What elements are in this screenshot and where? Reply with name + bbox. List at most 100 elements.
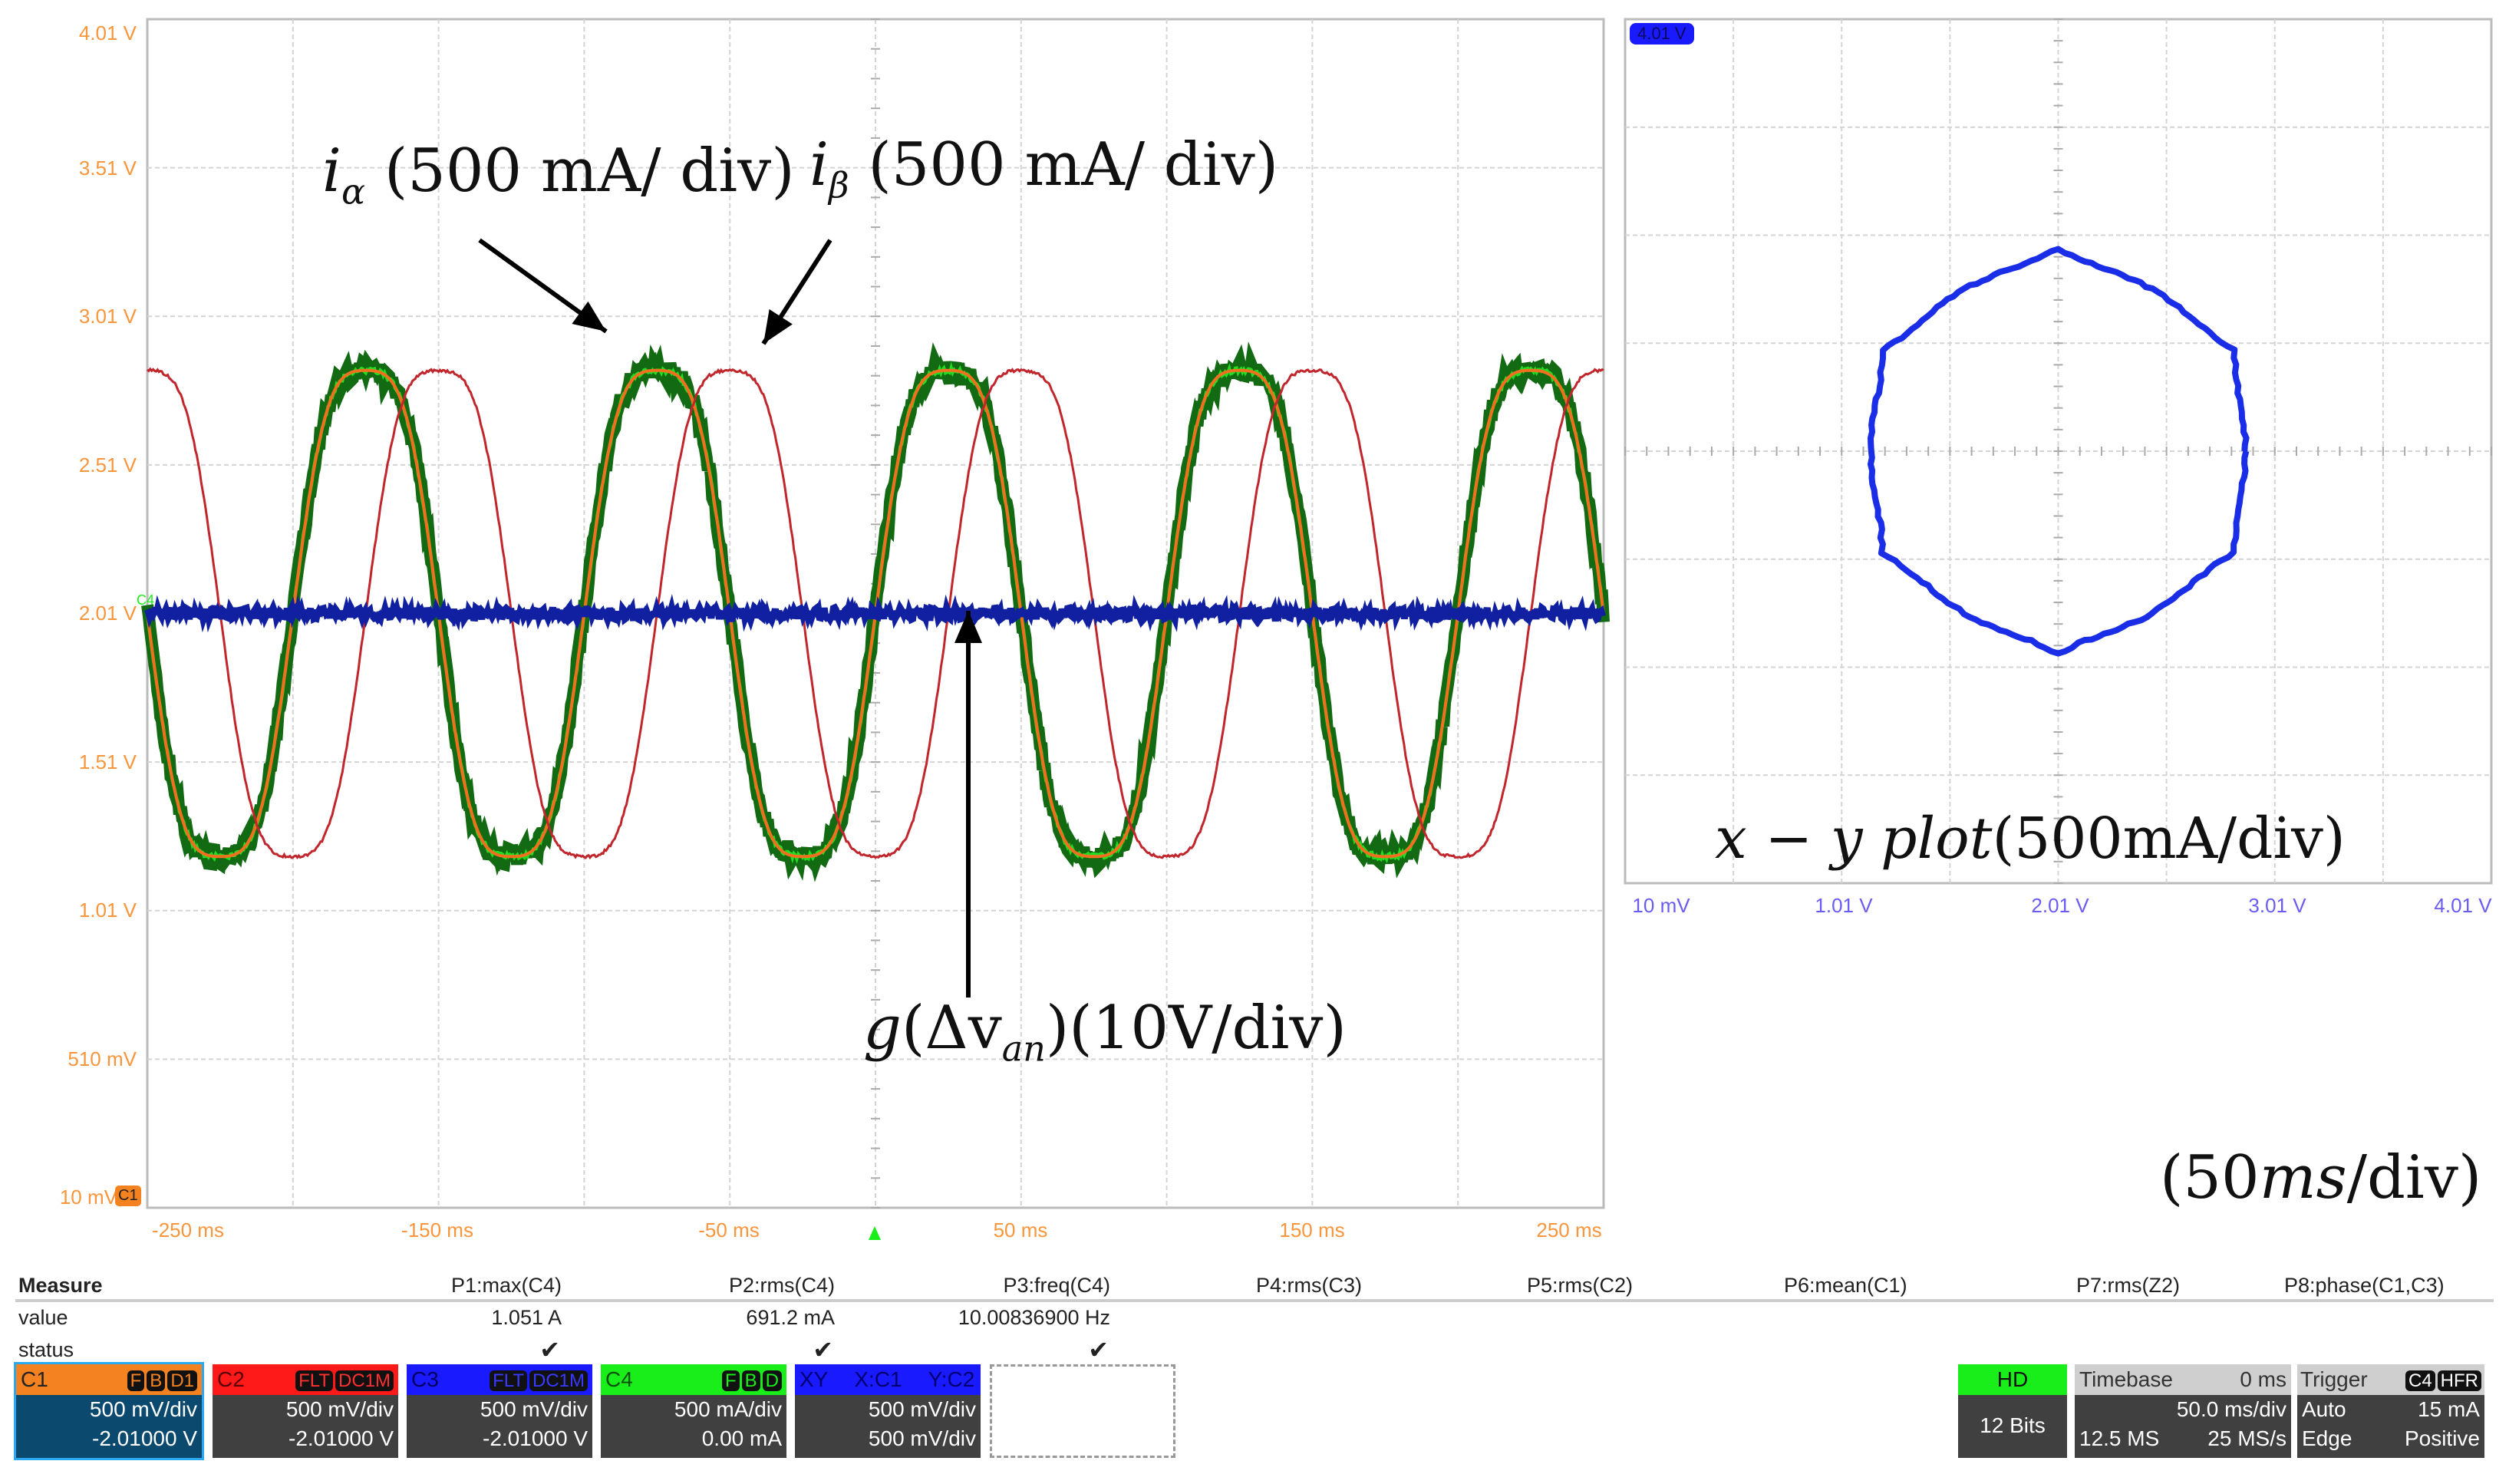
x-tick-label: 50 ms bbox=[959, 1219, 1082, 1242]
g-subscript: an bbox=[1002, 1028, 1046, 1070]
measure-p1-header[interactable]: P1:max(C4) bbox=[451, 1274, 562, 1298]
channel-offset: 0.00 mA bbox=[601, 1424, 786, 1453]
c4-level-marker[interactable]: C4 bbox=[137, 592, 154, 608]
channel-tag: X:C1 bbox=[854, 1367, 902, 1392]
trigger-box[interactable]: Trigger C4 HFR Auto 15 mA Edge Positive bbox=[2297, 1364, 2484, 1458]
channel-c4-box[interactable]: C4 F B D 500 mA/div 0.00 mA bbox=[601, 1364, 786, 1458]
trigger-mode: Auto bbox=[2302, 1395, 2346, 1424]
channel-offset: -2.01000 V bbox=[213, 1424, 398, 1453]
x-tick-label: -250 ms bbox=[127, 1219, 249, 1242]
trigger-tag: C4 bbox=[2405, 1370, 2435, 1391]
timebase-scale: 50.0 ms/div bbox=[2075, 1395, 2291, 1424]
channel-scale: 500 mV/div bbox=[795, 1395, 981, 1424]
y-tick-label: 2.51 V bbox=[21, 453, 137, 477]
channel-name: C1 bbox=[21, 1367, 48, 1392]
scope-display bbox=[0, 0, 2509, 1484]
trigger-position-marker[interactable] bbox=[869, 1226, 881, 1240]
measure-p3-header[interactable]: P3:freq(C4) bbox=[1003, 1274, 1110, 1298]
channel-c1-header: C1 F B D1 bbox=[16, 1364, 202, 1395]
y-tick-label: 4.01 V bbox=[21, 21, 137, 45]
channel-scale: 500 mV/div bbox=[16, 1395, 202, 1424]
channel-offset: 500 mV/div bbox=[795, 1424, 981, 1453]
timebase-annotation: (50ms/div) bbox=[2160, 1143, 2481, 1212]
ialpha-scale: (500 mA/ div) bbox=[384, 137, 795, 206]
x-tick-label: 150 ms bbox=[1251, 1219, 1373, 1242]
y-tick-label: 10 mV bbox=[21, 1186, 117, 1209]
measure-p4-header[interactable]: P4:rms(C3) bbox=[1256, 1274, 1362, 1298]
channel-tag: FLT bbox=[490, 1370, 527, 1391]
empty-channel-slot[interactable] bbox=[990, 1364, 1175, 1458]
channel-c1-box[interactable]: C1 F B D1 500 mV/div -2.01000 V bbox=[16, 1364, 202, 1458]
measure-p1-value: 1.051 A bbox=[491, 1306, 562, 1330]
channel-name: C3 bbox=[411, 1367, 439, 1392]
measure-p2-header[interactable]: P2:rms(C4) bbox=[729, 1274, 835, 1298]
measure-p2-status: ✔ bbox=[813, 1335, 833, 1364]
channel-c2-box[interactable]: C2 FLT DC1M 500 mV/div -2.01000 V bbox=[213, 1364, 398, 1458]
x-tick-label: -150 ms bbox=[376, 1219, 499, 1242]
trigger-row-1: Auto 15 mA bbox=[2297, 1395, 2484, 1424]
timebase-box[interactable]: Timebase 0 ms 50.0 ms/div 12.5 MS 25 MS/s bbox=[2075, 1364, 2291, 1458]
measure-divider bbox=[15, 1299, 2494, 1302]
y-tick-label: 3.51 V bbox=[21, 157, 137, 180]
measure-p1-status: ✔ bbox=[539, 1335, 560, 1364]
channel-scale: 500 mA/div bbox=[601, 1395, 786, 1424]
trigger-tag: HFR bbox=[2438, 1370, 2481, 1391]
xy-x-tick-label: 10 mV bbox=[1600, 894, 1723, 918]
y-tick-label: 510 mV bbox=[21, 1047, 137, 1071]
channel-tag: B bbox=[742, 1370, 760, 1391]
g-scale: )(10V/div) bbox=[1046, 994, 1347, 1063]
trigger-slope: Positive bbox=[2405, 1424, 2480, 1453]
trigger-row-2: Edge Positive bbox=[2297, 1424, 2484, 1453]
channel-tag: DC1M bbox=[529, 1370, 588, 1391]
sample-count: 12.5 MS bbox=[2079, 1424, 2159, 1453]
channel-c4-header: C4 F B D bbox=[601, 1364, 786, 1395]
channel-tag: F bbox=[127, 1370, 145, 1391]
c1-ground-marker[interactable]: C1 bbox=[115, 1186, 141, 1206]
channel-name: XY bbox=[800, 1367, 828, 1392]
tb-div: /div) bbox=[2347, 1143, 2482, 1212]
tb-unit: ms bbox=[2260, 1143, 2347, 1212]
trigger-header: Trigger C4 HFR bbox=[2297, 1364, 2484, 1395]
measure-p5-header[interactable]: P5:rms(C2) bbox=[1527, 1274, 1633, 1298]
x-tick-label: -50 ms bbox=[668, 1219, 790, 1242]
trigger-type: Edge bbox=[2302, 1424, 2352, 1453]
channel-name: C2 bbox=[217, 1367, 245, 1392]
channel-tag: F bbox=[722, 1370, 740, 1391]
channel-offset: -2.01000 V bbox=[16, 1424, 202, 1453]
channel-c2-header: C2 FLT DC1M bbox=[213, 1364, 398, 1395]
trigger-level: 15 mA bbox=[2418, 1395, 2480, 1424]
xy-x-tick-label: 3.01 V bbox=[2216, 894, 2339, 918]
xy-y-top-label: 4.01 V bbox=[1630, 23, 1694, 45]
xy-scale: (500mA/div) bbox=[1992, 806, 2345, 872]
y-tick-label: 2.01 V bbox=[21, 602, 137, 625]
xy-plot-grid bbox=[1625, 19, 2491, 883]
bit-depth: 12 Bits bbox=[1958, 1395, 2067, 1456]
xy-symbol: x − y plot bbox=[1715, 806, 1992, 872]
y-tick-label: 3.01 V bbox=[21, 305, 137, 328]
channel-tag: B bbox=[147, 1370, 165, 1391]
ibeta-scale: (500 mA/ div) bbox=[868, 130, 1278, 200]
timebase-delay: 0 ms bbox=[2240, 1364, 2286, 1395]
measure-p3-value: 10.00836900 Hz bbox=[958, 1306, 1110, 1330]
measure-row-value: value bbox=[18, 1306, 68, 1330]
acquisition-box[interactable]: HD 12 Bits bbox=[1958, 1364, 2067, 1458]
channel-tag: FLT bbox=[295, 1370, 333, 1391]
measure-p2-value: 691.2 mA bbox=[746, 1306, 835, 1330]
channel-scale: 500 mV/div bbox=[407, 1395, 592, 1424]
channel-xy-box[interactable]: XY X:C1 Y:C2 500 mV/div 500 mV/div bbox=[795, 1364, 981, 1458]
measure-p3-status: ✔ bbox=[1088, 1335, 1109, 1364]
ialpha-subscript: α bbox=[341, 171, 365, 213]
ialpha-annotation: iα (500 mA/ div) bbox=[322, 137, 795, 213]
x-tick-label: 250 ms bbox=[1508, 1219, 1630, 1242]
trigger-label: Trigger bbox=[2300, 1364, 2368, 1395]
y-tick-label: 1.01 V bbox=[21, 899, 137, 922]
channel-c3-box[interactable]: C3 FLT DC1M 500 mV/div -2.01000 V bbox=[407, 1364, 592, 1458]
measure-p8-header[interactable]: P8:phase(C1,C3) bbox=[2284, 1274, 2445, 1298]
measure-row-status: status bbox=[18, 1338, 74, 1362]
measure-p7-header[interactable]: P7:rms(Z2) bbox=[2076, 1274, 2180, 1298]
channel-scale: 500 mV/div bbox=[213, 1395, 398, 1424]
g-annotation: g(Δvan)(10V/div) bbox=[863, 994, 1347, 1070]
channel-tag: Y:C2 bbox=[928, 1367, 975, 1392]
measure-p6-header[interactable]: P6:mean(C1) bbox=[1784, 1274, 1907, 1298]
sample-rate: 25 MS/s bbox=[2207, 1424, 2286, 1453]
